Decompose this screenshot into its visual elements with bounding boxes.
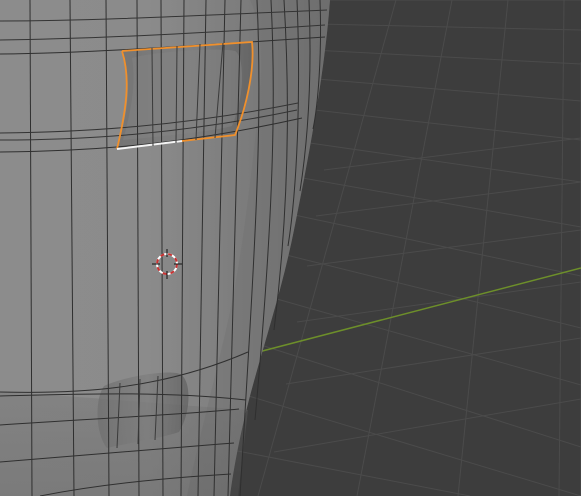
3d-viewport[interactable] (0, 0, 581, 496)
